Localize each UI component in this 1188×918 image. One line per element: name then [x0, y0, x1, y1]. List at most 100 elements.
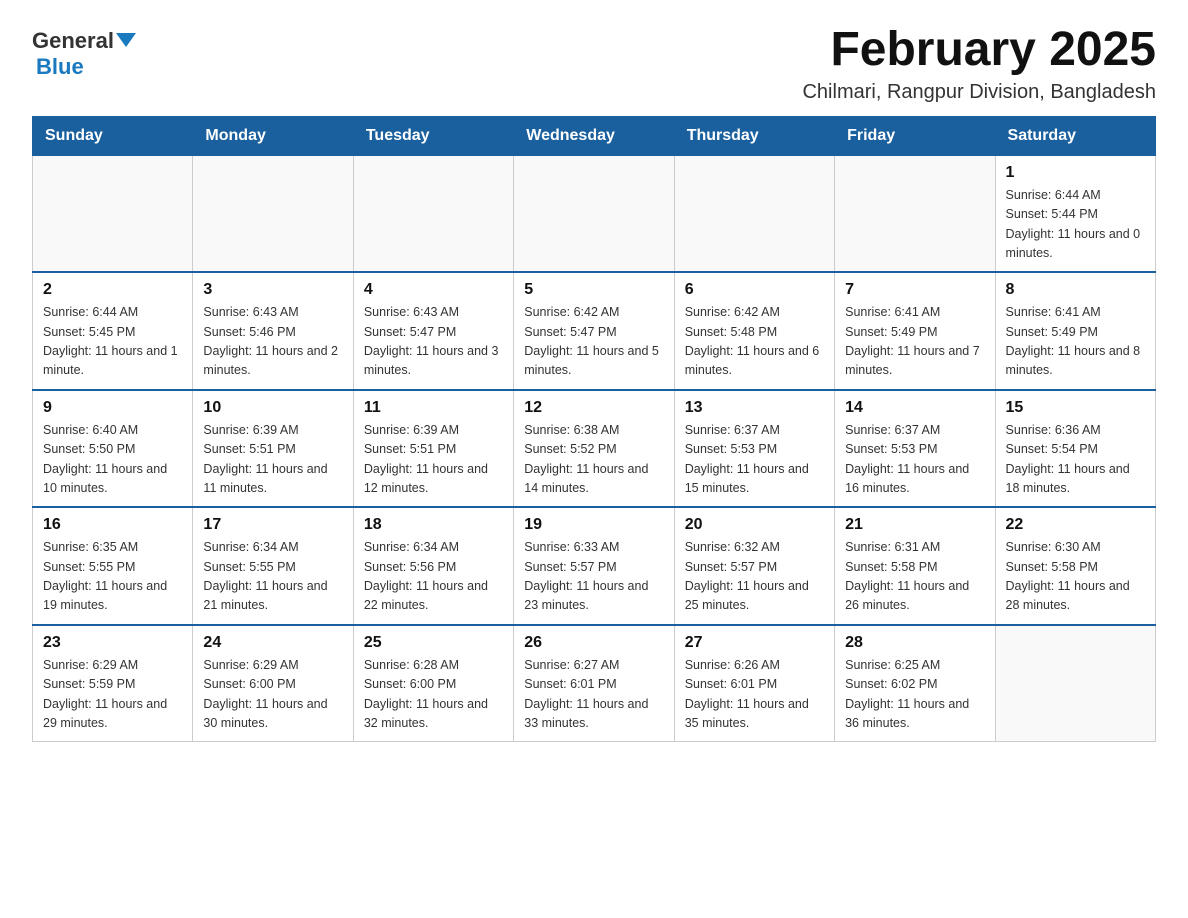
calendar-cell: 19Sunrise: 6:33 AM Sunset: 5:57 PM Dayli… [514, 507, 674, 625]
day-info: Sunrise: 6:41 AM Sunset: 5:49 PM Dayligh… [845, 303, 984, 381]
day-info: Sunrise: 6:40 AM Sunset: 5:50 PM Dayligh… [43, 421, 182, 499]
calendar-cell: 23 Sunrise: 6:29 AM Sunset: 5:59 PM Dayli… [33, 625, 193, 742]
day-number: 15 [1006, 399, 1145, 417]
day-number: 10 [203, 399, 342, 417]
day-header-friday: Friday [835, 116, 995, 155]
day-info: Sunrise: 6:37 AM Sunset: 5:53 PM Dayligh… [845, 421, 984, 499]
day-number: 6 [685, 281, 824, 299]
calendar-cell [995, 625, 1155, 742]
calendar-cell: 8 Sunrise: 6:41 AM Sunset: 5:49 PM Daylig… [995, 272, 1155, 390]
calendar-cell: 4 Sunrise: 6:43 AM Sunset: 5:47 PM Daylig… [353, 272, 513, 390]
day-info: Sunrise: 6:43 AM Sunset: 5:46 PM Dayligh… [203, 303, 342, 381]
day-number: 18 [364, 516, 503, 534]
calendar-cell [193, 155, 353, 272]
logo-general: General [32, 28, 136, 54]
day-number: 13 [685, 399, 824, 417]
day-number: 1 [1006, 164, 1145, 182]
day-info: Sunrise: 6:42 AM Sunset: 5:48 PM Dayligh… [685, 303, 824, 381]
logo-arrow-icon [116, 33, 136, 47]
day-info: Sunrise: 6:28 AM Sunset: 6:00 PM Dayligh… [364, 656, 503, 734]
title-section: February 2025 Chilmari, Rangpur Division… [802, 24, 1156, 104]
day-header-saturday: Saturday [995, 116, 1155, 155]
calendar-header-row: SundayMondayTuesdayWednesdayThursdayFrid… [33, 116, 1156, 155]
calendar-cell: 24 Sunrise: 6:29 AM Sunset: 6:00 PM Dayli… [193, 625, 353, 742]
day-info: Sunrise: 6:29 AM Sunset: 5:59 PM Dayligh… [43, 656, 182, 734]
calendar-cell [674, 155, 834, 272]
day-number: 27 [685, 634, 824, 652]
day-number: 7 [845, 281, 984, 299]
day-number: 9 [43, 399, 182, 417]
day-info: Sunrise: 6:26 AM Sunset: 6:01 PM Dayligh… [685, 656, 824, 734]
day-number: 22 [1006, 516, 1145, 534]
day-info: Sunrise: 6:43 AM Sunset: 5:47 PM Dayligh… [364, 303, 503, 381]
calendar-cell: 12 Sunrise: 6:38 AM Sunset: 5:52 PM Dayli… [514, 390, 674, 508]
day-info: Sunrise: 6:27 AM Sunset: 6:01 PM Dayligh… [524, 656, 663, 734]
day-info: Sunrise: 6:37 AM Sunset: 5:53 PM Dayligh… [685, 421, 824, 499]
day-info: Sunrise: 6:32 AM Sunset: 5:57 PM Dayligh… [685, 538, 824, 616]
day-number: 5 [524, 281, 663, 299]
calendar-cell [33, 155, 193, 272]
calendar-cell: 17Sunrise: 6:34 AM Sunset: 5:55 PM Dayli… [193, 507, 353, 625]
day-header-sunday: Sunday [33, 116, 193, 155]
day-info: Sunrise: 6:38 AM Sunset: 5:52 PM Dayligh… [524, 421, 663, 499]
calendar-table: SundayMondayTuesdayWednesdayThursdayFrid… [32, 116, 1156, 743]
calendar-week-row: 23 Sunrise: 6:29 AM Sunset: 5:59 PM Dayli… [33, 625, 1156, 742]
day-number: 12 [524, 399, 663, 417]
day-number: 28 [845, 634, 984, 652]
calendar-cell: 21 Sunrise: 6:31 AM Sunset: 5:58 PM Dayli… [835, 507, 995, 625]
day-info: Sunrise: 6:30 AM Sunset: 5:58 PM Dayligh… [1006, 538, 1145, 616]
calendar-cell [353, 155, 513, 272]
calendar-cell: 3Sunrise: 6:43 AM Sunset: 5:46 PM Daylig… [193, 272, 353, 390]
day-info: Sunrise: 6:39 AM Sunset: 5:51 PM Dayligh… [364, 421, 503, 499]
day-info: Sunrise: 6:33 AM Sunset: 5:57 PM Dayligh… [524, 538, 663, 616]
calendar-cell [835, 155, 995, 272]
day-number: 8 [1006, 281, 1145, 299]
day-info: Sunrise: 6:41 AM Sunset: 5:49 PM Dayligh… [1006, 303, 1145, 381]
calendar-week-row: 16 Sunrise: 6:35 AM Sunset: 5:55 PM Dayli… [33, 507, 1156, 625]
calendar-week-row: 2Sunrise: 6:44 AM Sunset: 5:45 PM Daylig… [33, 272, 1156, 390]
calendar-cell: 25 Sunrise: 6:28 AM Sunset: 6:00 PM Dayli… [353, 625, 513, 742]
calendar-cell: 20 Sunrise: 6:32 AM Sunset: 5:57 PM Dayli… [674, 507, 834, 625]
calendar-cell: 22 Sunrise: 6:30 AM Sunset: 5:58 PM Dayli… [995, 507, 1155, 625]
day-header-thursday: Thursday [674, 116, 834, 155]
calendar-cell: 5 Sunrise: 6:42 AM Sunset: 5:47 PM Daylig… [514, 272, 674, 390]
logo-blue-text: Blue [34, 54, 84, 80]
calendar-cell: 28 Sunrise: 6:25 AM Sunset: 6:02 PM Dayli… [835, 625, 995, 742]
day-number: 20 [685, 516, 824, 534]
day-number: 24 [203, 634, 342, 652]
day-info: Sunrise: 6:42 AM Sunset: 5:47 PM Dayligh… [524, 303, 663, 381]
day-info: Sunrise: 6:44 AM Sunset: 5:44 PM Dayligh… [1006, 186, 1145, 264]
calendar-cell: 11 Sunrise: 6:39 AM Sunset: 5:51 PM Dayli… [353, 390, 513, 508]
month-title: February 2025 [802, 24, 1156, 77]
calendar-cell: 14 Sunrise: 6:37 AM Sunset: 5:53 PM Dayli… [835, 390, 995, 508]
day-header-wednesday: Wednesday [514, 116, 674, 155]
day-info: Sunrise: 6:35 AM Sunset: 5:55 PM Dayligh… [43, 538, 182, 616]
day-number: 25 [364, 634, 503, 652]
calendar-cell: 6 Sunrise: 6:42 AM Sunset: 5:48 PM Daylig… [674, 272, 834, 390]
day-number: 21 [845, 516, 984, 534]
logo: General Blue [32, 28, 136, 80]
day-info: Sunrise: 6:44 AM Sunset: 5:45 PM Dayligh… [43, 303, 182, 381]
calendar-cell: 26 Sunrise: 6:27 AM Sunset: 6:01 PM Dayli… [514, 625, 674, 742]
calendar-cell: 18 Sunrise: 6:34 AM Sunset: 5:56 PM Dayli… [353, 507, 513, 625]
day-info: Sunrise: 6:34 AM Sunset: 5:56 PM Dayligh… [364, 538, 503, 616]
day-header-tuesday: Tuesday [353, 116, 513, 155]
location-title: Chilmari, Rangpur Division, Bangladesh [802, 81, 1156, 104]
calendar-cell [514, 155, 674, 272]
day-number: 26 [524, 634, 663, 652]
day-header-monday: Monday [193, 116, 353, 155]
calendar-cell: 27 Sunrise: 6:26 AM Sunset: 6:01 PM Dayli… [674, 625, 834, 742]
calendar-cell: 15Sunrise: 6:36 AM Sunset: 5:54 PM Dayli… [995, 390, 1155, 508]
day-number: 4 [364, 281, 503, 299]
day-number: 16 [43, 516, 182, 534]
calendar-cell: 10 Sunrise: 6:39 AM Sunset: 5:51 PM Dayli… [193, 390, 353, 508]
day-info: Sunrise: 6:31 AM Sunset: 5:58 PM Dayligh… [845, 538, 984, 616]
day-info: Sunrise: 6:29 AM Sunset: 6:00 PM Dayligh… [203, 656, 342, 734]
day-info: Sunrise: 6:25 AM Sunset: 6:02 PM Dayligh… [845, 656, 984, 734]
day-number: 11 [364, 399, 503, 417]
day-info: Sunrise: 6:39 AM Sunset: 5:51 PM Dayligh… [203, 421, 342, 499]
day-number: 23 [43, 634, 182, 652]
calendar-cell: 1 Sunrise: 6:44 AM Sunset: 5:44 PM Daylig… [995, 155, 1155, 272]
day-number: 14 [845, 399, 984, 417]
calendar-cell: 13 Sunrise: 6:37 AM Sunset: 5:53 PM Dayli… [674, 390, 834, 508]
